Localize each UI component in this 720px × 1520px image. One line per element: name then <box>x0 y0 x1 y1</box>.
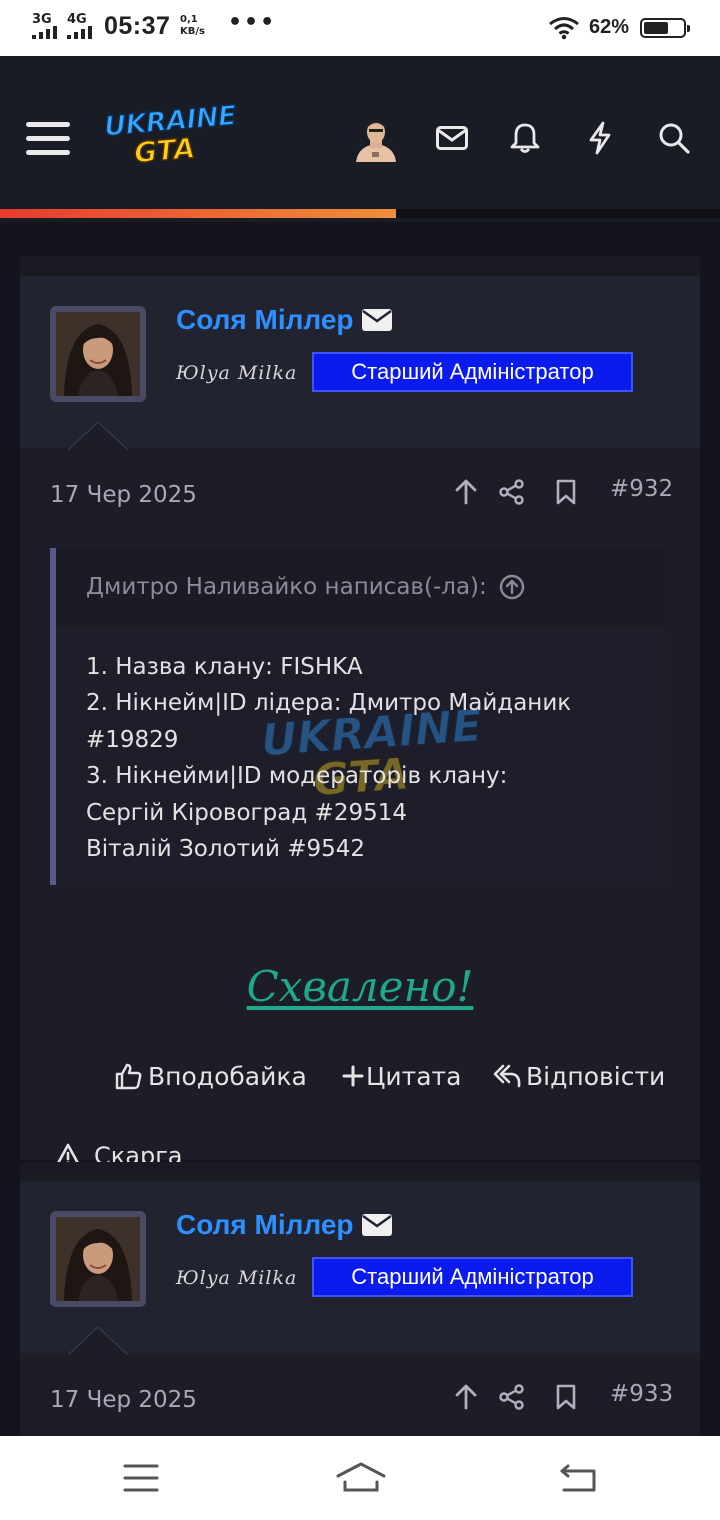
quote-line: 1. Назва клану: FISHKA <box>86 654 363 680</box>
bolt-icon[interactable] <box>580 118 620 158</box>
post-date[interactable]: 17 Чер 2025 <box>50 1387 197 1413</box>
quote-body: 1. Назва клану: FISHKA 2. Нікнейм|ID лід… <box>86 649 646 867</box>
share-icon[interactable] <box>496 1381 528 1413</box>
network-speed-unit: KB/s <box>180 26 205 37</box>
site-header: UKRAINE GTA <box>0 56 720 222</box>
quote-line: Віталій Золотий #9542 <box>86 836 366 863</box>
battery-percent: 62% <box>589 16 630 38</box>
more-notifications-icon: ••• <box>228 10 277 35</box>
signal-bars-1-icon <box>32 26 57 39</box>
thumbs-up-icon <box>115 1063 142 1090</box>
username-link[interactable]: Соля Міллер <box>176 304 392 336</box>
quote-header: Дмитро Наливайко написав(-ла): <box>56 548 670 626</box>
system-navigation-bar <box>0 1436 720 1520</box>
wifi-icon <box>549 17 579 40</box>
clock: 05:37 <box>104 12 171 40</box>
post-number[interactable]: #933 <box>610 1381 673 1407</box>
post-message: Схвалено! <box>246 962 474 1011</box>
home-icon[interactable] <box>336 1460 386 1496</box>
user-avatar[interactable] <box>50 1211 146 1307</box>
jump-to-post-icon[interactable] <box>450 476 482 508</box>
share-icon[interactable] <box>496 476 528 508</box>
post-date[interactable]: 17 Чер 2025 <box>50 482 197 508</box>
user-title: Юlya Milka <box>176 1267 298 1289</box>
username-link[interactable]: Соля Міллер <box>176 1209 392 1241</box>
thread-content: Соля Міллер Юlya Milka Старший Адміністр… <box>0 222 720 1436</box>
recent-apps-icon[interactable] <box>121 1460 161 1496</box>
like-label: Вподобайка <box>148 1061 307 1091</box>
reply-label: Відповісти <box>526 1061 666 1091</box>
post-user-block: Соля Міллер Юlya Milka Старший Адміністр… <box>20 276 700 450</box>
quote-line: 2. Нікнейм|ID лідера: Дмитро Майданик <box>86 690 572 717</box>
user-role-badge: Старший Адміністратор <box>312 1257 633 1297</box>
user-role-badge: Старший Адміністратор <box>312 352 633 392</box>
user-block-arrow <box>68 1327 128 1355</box>
user-title: Юlya Milka <box>176 362 298 384</box>
post-separator <box>20 1162 700 1182</box>
reading-progress-bar <box>0 209 720 218</box>
bell-icon[interactable] <box>505 118 545 158</box>
post-932: Соля Міллер Юlya Milka Старший Адміністр… <box>20 276 700 1170</box>
network-speed: 0,1 KB/s <box>180 14 205 38</box>
signal-bars-2-icon <box>67 26 92 39</box>
network-type-1: 3G <box>32 12 52 27</box>
status-bar: 3G 4G 05:37 0,1 KB/s ••• 62% <box>0 0 720 56</box>
message-user-icon[interactable] <box>361 1214 392 1236</box>
user-block-arrow <box>68 422 128 450</box>
header-avatar[interactable] <box>352 114 400 162</box>
post-user-block: Соля Міллер Юlya Milka Старший Адміністр… <box>20 1181 700 1355</box>
quote-button[interactable]: Цитата <box>342 1058 461 1094</box>
quote-line: #19829 <box>86 726 179 753</box>
quote-line: Сергій Кіровоград #29514 <box>86 799 407 826</box>
message-user-icon[interactable] <box>361 309 392 331</box>
like-button[interactable]: Вподобайка <box>114 1058 307 1094</box>
quote-line: 3. Нікнейми|ID модераторів клану: <box>86 763 508 790</box>
post-number[interactable]: #932 <box>610 476 673 502</box>
quote-author[interactable]: Дмитро Наливайко написав(-ла): <box>86 574 487 600</box>
quote-block: Дмитро Наливайко написав(-ла): UKRAINE G… <box>50 548 670 885</box>
search-icon[interactable] <box>654 118 694 158</box>
reply-icon <box>493 1064 521 1088</box>
go-to-quote-icon[interactable] <box>499 574 525 600</box>
username[interactable]: Соля Міллер <box>176 304 354 336</box>
quote-author-link[interactable]: Дмитро Наливайко написав(-ла): <box>86 574 525 600</box>
network-type-2: 4G <box>67 12 87 27</box>
site-logo[interactable]: UKRAINE GTA <box>102 100 238 172</box>
reply-button[interactable]: Відповісти <box>492 1058 665 1094</box>
post-933: Соля Міллер Юlya Milka Старший Адміністр… <box>20 1181 700 1436</box>
menu-icon[interactable] <box>26 118 72 158</box>
user-avatar[interactable] <box>50 306 146 402</box>
plus-icon <box>342 1065 364 1087</box>
jump-to-post-icon[interactable] <box>450 1381 482 1413</box>
post-separator <box>20 256 700 276</box>
mail-icon[interactable] <box>432 118 472 158</box>
battery-icon <box>640 18 690 38</box>
bookmark-icon[interactable] <box>550 476 582 508</box>
bookmark-icon[interactable] <box>550 1381 582 1413</box>
network-speed-value: 0,1 <box>180 14 198 25</box>
quote-label: Цитата <box>366 1061 462 1091</box>
back-icon[interactable] <box>558 1460 598 1496</box>
username[interactable]: Соля Міллер <box>176 1209 354 1241</box>
logo-line-2: GTA <box>132 131 197 171</box>
